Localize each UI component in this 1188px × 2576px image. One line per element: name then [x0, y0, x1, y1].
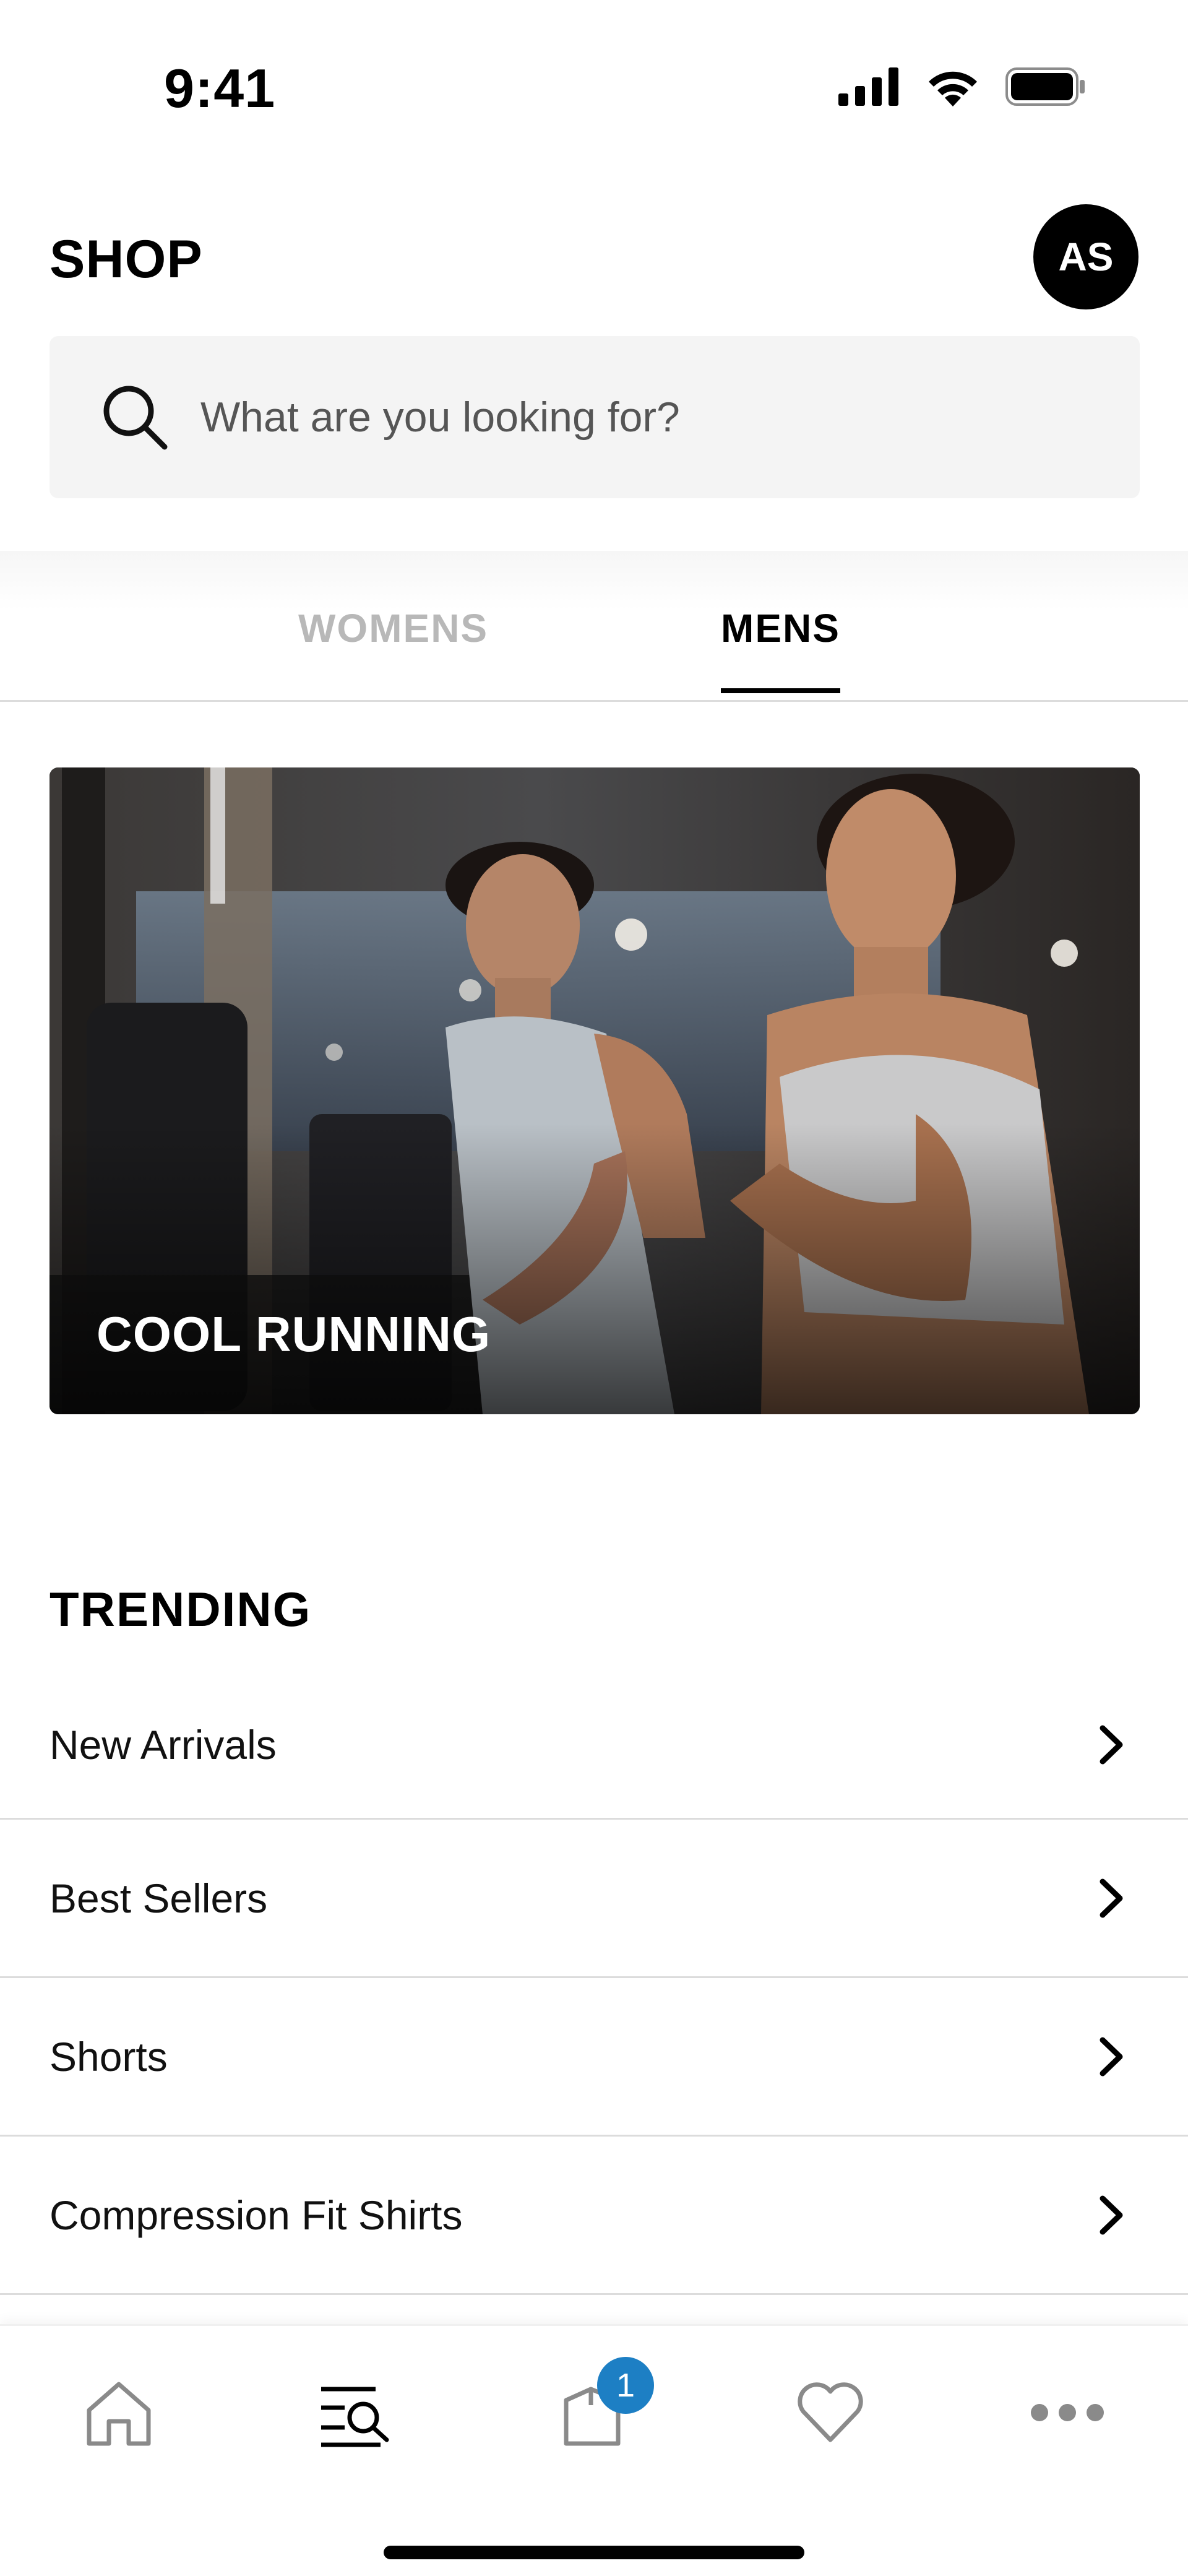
tab-mens[interactable]: MENS	[721, 605, 840, 693]
cellular-signal-icon	[838, 67, 898, 106]
chevron-right-icon	[1100, 1878, 1123, 1917]
hero-banner[interactable]: COOL RUNNING	[50, 767, 1140, 1414]
trending-list: New Arrivals Best Sellers Shorts Compres…	[0, 1671, 1188, 2295]
trending-title: TRENDING	[50, 1582, 312, 1636]
header: SHOP AS	[0, 186, 1188, 328]
status-bar: 9:41	[0, 0, 1188, 149]
list-item-label: Compression Fit Shirts	[50, 2192, 463, 2238]
battery-icon	[1005, 67, 1085, 106]
list-item-best-sellers[interactable]: Best Sellers	[0, 1820, 1188, 1978]
wifi-icon	[929, 71, 977, 106]
heart-icon	[798, 2382, 863, 2442]
avatar[interactable]: AS	[1033, 204, 1138, 309]
home-icon	[87, 2382, 151, 2446]
hero-title: COOL RUNNING	[97, 1307, 491, 1362]
more-icon	[1031, 2404, 1104, 2421]
cart-count-badge: 1	[597, 2357, 654, 2414]
list-item-compression-fit-shirts[interactable]: Compression Fit Shirts	[0, 2137, 1188, 2295]
home-indicator	[384, 2546, 804, 2559]
page-title: SHOP	[50, 230, 203, 289]
status-icons	[838, 65, 1086, 108]
nav-home[interactable]	[75, 2369, 162, 2456]
list-item-label: New Arrivals	[50, 1721, 277, 1768]
list-item-label: Best Sellers	[50, 1875, 268, 1921]
chevron-right-icon	[1100, 1725, 1123, 1764]
status-time: 9:41	[164, 58, 276, 119]
shop-search-icon	[321, 2387, 389, 2447]
search-bar[interactable]	[50, 336, 1140, 498]
bottom-nav: 1	[0, 2324, 1188, 2576]
list-item-new-arrivals[interactable]: New Arrivals	[0, 1671, 1188, 1820]
gender-tabs: WOMENS MENS	[0, 551, 1188, 702]
list-item-shorts[interactable]: Shorts	[0, 1978, 1188, 2137]
nav-wishlist[interactable]	[787, 2369, 874, 2456]
chevron-right-icon	[1100, 2037, 1123, 2076]
tab-womens[interactable]: WOMENS	[298, 605, 488, 688]
nav-more[interactable]	[1024, 2369, 1111, 2456]
search-icon	[103, 386, 168, 450]
chevron-right-icon	[1100, 2195, 1123, 2234]
search-input[interactable]	[200, 393, 1067, 441]
nav-shop[interactable]	[312, 2369, 399, 2456]
list-item-label: Shorts	[50, 2033, 168, 2080]
